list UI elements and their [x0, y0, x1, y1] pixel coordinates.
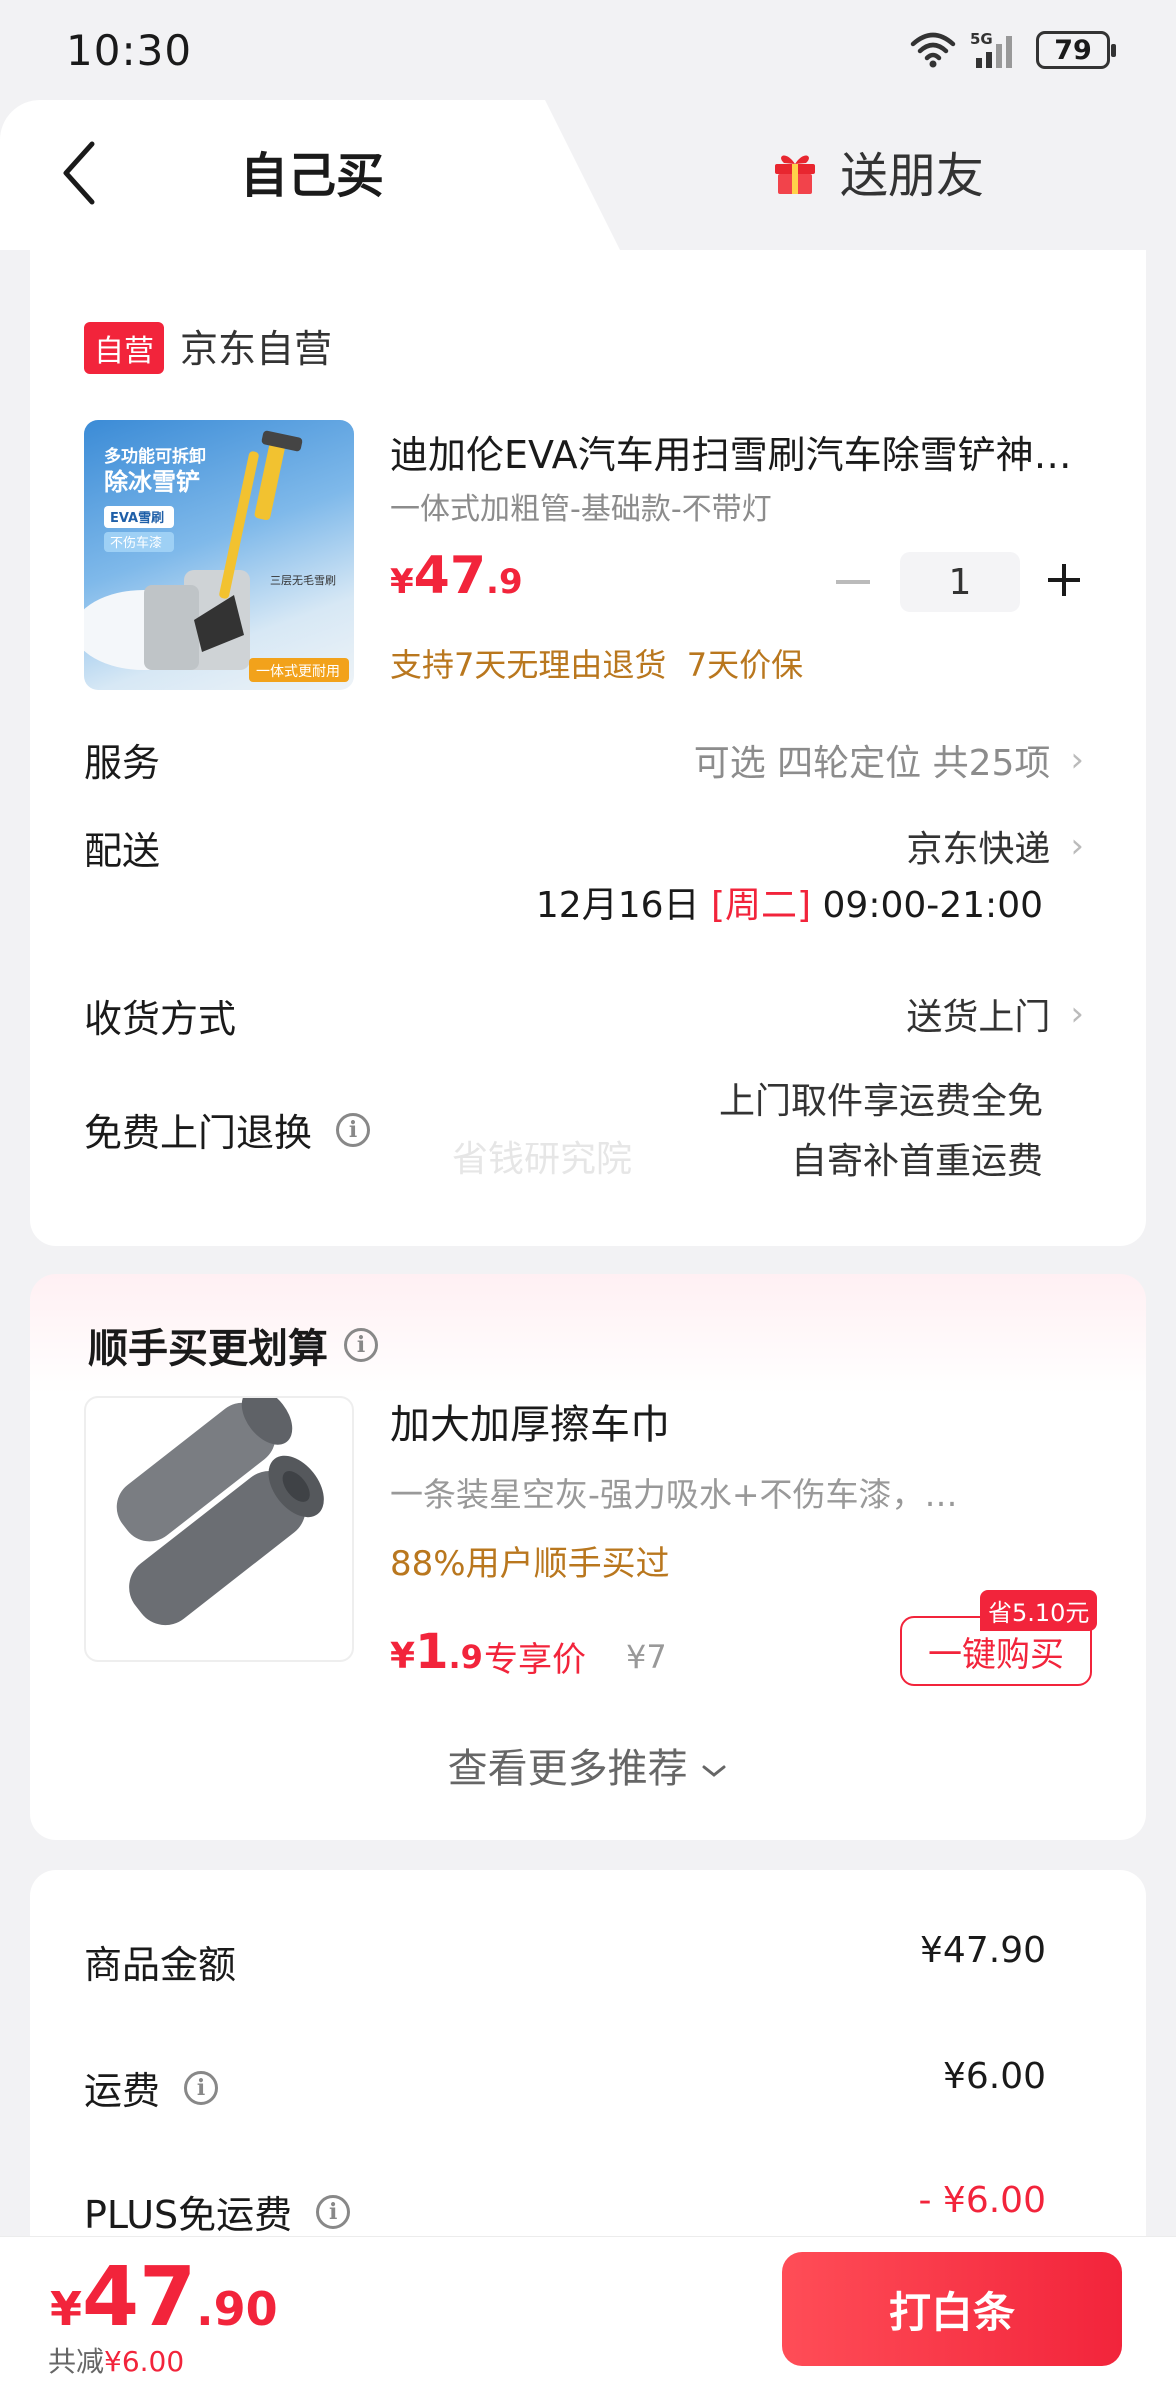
battery-indicator: 79 [1036, 31, 1116, 69]
recommendation-desc: 一条装星空灰-强力吸水+不伤车漆，… [390, 1475, 958, 1514]
plus-free-shipping-value: - ¥6.00 [918, 2180, 1047, 2221]
price-dec: .9 [486, 562, 523, 602]
rec-price-dec: .9 [448, 1638, 483, 1676]
savings-badge: 省5.10元 [980, 1590, 1098, 1631]
product-image-tag4: 一体式更耐用 [256, 664, 340, 680]
discount-prefix: 共减 [48, 2345, 105, 2378]
price-currency: ¥ [390, 562, 414, 602]
total-int: 47 [82, 2250, 197, 2345]
info-icon[interactable]: i [184, 2070, 219, 2105]
total-discount[interactable]: 共减¥6.00 [48, 2340, 184, 2380]
return-value-1: 上门取件享运费全免 [718, 1081, 1043, 1122]
back-arrow-icon[interactable] [58, 138, 100, 208]
battery-level: 79 [1054, 34, 1092, 66]
service-value: 可选 四轮定位 共25项 [693, 743, 1051, 784]
self-operated-badge: 自营 [84, 322, 164, 374]
chevron-right-icon: › [1070, 994, 1084, 1034]
gift-icon [775, 155, 815, 194]
rec-price-int: 1 [415, 1624, 449, 1680]
chevron-down-icon [702, 1765, 726, 1777]
shipping-label: 运费 [84, 2069, 161, 2113]
recommendation-image[interactable] [84, 1396, 354, 1662]
tab-gift[interactable]: 送朋友 [770, 136, 984, 206]
receive-value: 送货上门 [906, 997, 1051, 1038]
quantity-increase-button[interactable] [1046, 562, 1082, 598]
service-label: 服务 [84, 741, 161, 785]
plus-free-shipping-label: PLUS免运费 [84, 2193, 293, 2237]
info-icon[interactable]: i [316, 2194, 351, 2229]
return-value-2: 自寄补首重运费 [790, 1141, 1043, 1182]
delivery-date-day: 12月16日 [535, 885, 700, 926]
status-time: 10:30 [66, 26, 193, 75]
chevron-right-icon: › [1070, 740, 1084, 780]
tab-self-buy[interactable]: 自己买 [240, 136, 384, 206]
delivery-value: 京东快递 [906, 829, 1051, 870]
product-image-line1: 多功能可拆卸 [104, 446, 206, 467]
status-icons: 5G 79 [910, 26, 1116, 74]
rec-price-currency: ¥ [390, 1636, 416, 1677]
watermark: 省钱研究院 [452, 1139, 633, 1180]
shop-name[interactable]: 京东自营 [180, 318, 332, 373]
original-price: ¥7 [626, 1638, 667, 1676]
product-image-tag2: 不伤车漆 [110, 535, 162, 551]
product-image-tag1: EVA雪刷 [110, 510, 164, 526]
network-label: 5G [970, 30, 993, 48]
return-label: 免费上门退换 [84, 1111, 313, 1155]
product-image[interactable]: 多功能可拆卸 除冰雪铲 EVA雪刷 不伤车漆 三层无毛雪刷 一体式更耐用 [84, 420, 354, 690]
delivery-time: 09:00-21:00 [822, 885, 1043, 926]
more-recommendations-label: 查看更多推荐 [447, 1746, 688, 1792]
wifi-icon [910, 32, 956, 68]
shipping-value: ¥6.00 [942, 2056, 1046, 2097]
recommendation-title: 顺手买更划算 [88, 1326, 328, 1372]
product-spec[interactable]: 一体式加粗管-基础款-不带灯 [390, 484, 772, 528]
quantity-field[interactable]: 1 [900, 552, 1020, 612]
more-recommendations-link[interactable]: 查看更多推荐 [0, 1736, 1176, 1794]
exclusive-price-label: 专享价 [484, 1640, 586, 1680]
service-row[interactable]: 可选 四轮定位 共25项 › [694, 734, 1084, 786]
goods-amount-label: 商品金额 [84, 1943, 237, 1987]
goods-amount-value: ¥47.90 [920, 1930, 1046, 1971]
info-icon[interactable]: i [344, 1328, 378, 1362]
product-title[interactable]: 迪加伦EVA汽车用扫雪刷汽车除雪铲神… [390, 424, 1100, 479]
tab-gift-label: 送朋友 [840, 148, 985, 204]
total-price: ¥47.90 [50, 2250, 278, 2345]
product-price: ¥47.9 [390, 546, 523, 606]
signal-5g-icon: 5G [970, 30, 1012, 68]
total-dec: .90 [196, 2282, 278, 2336]
delivery-row[interactable]: 京东快递 › [906, 820, 1084, 872]
plus-free-shipping-group: PLUS免运费 i [84, 2184, 351, 2239]
info-icon[interactable]: i [336, 1112, 371, 1147]
price-int: 47 [413, 546, 487, 606]
purchase-mode-tabs [0, 100, 1176, 250]
return-promise: 支持7天无理由退货 7天价保 [390, 646, 804, 684]
receive-label: 收货方式 [84, 997, 237, 1041]
quantity-decrease-button[interactable] [836, 580, 870, 584]
total-currency: ¥ [50, 2282, 83, 2336]
pay-baitiao-button[interactable]: 打白条 [782, 2252, 1122, 2366]
delivery-label: 配送 [84, 829, 161, 873]
delivery-weekday: [周二] [710, 885, 812, 926]
product-image-line2: 除冰雪铲 [104, 468, 200, 496]
receive-row[interactable]: 送货上门 › [906, 988, 1084, 1040]
delivery-date[interactable]: 12月16日 [周二] 09:00-21:00 [536, 876, 1043, 928]
recommendation-name[interactable]: 加大加厚擦车巾 [390, 1392, 670, 1450]
return-label-group: 免费上门退换 i [84, 1102, 371, 1157]
product-image-tag3: 三层无毛雪刷 [270, 574, 336, 587]
chevron-right-icon: › [1070, 826, 1084, 866]
recommendation-price: ¥1.9 [390, 1624, 483, 1680]
shipping-label-group: 运费 i [84, 2060, 219, 2115]
product-image-art: 多功能可拆卸 除冰雪铲 EVA雪刷 不伤车漆 三层无毛雪刷 一体式更耐用 [84, 430, 349, 682]
recommendation-header: 顺手买更划算 i [88, 1316, 378, 1374]
towel-image-art [116, 1398, 324, 1626]
discount-value: ¥6.00 [104, 2345, 185, 2378]
recommendation-buyers: 88%用户顺手买过 [390, 1544, 670, 1584]
